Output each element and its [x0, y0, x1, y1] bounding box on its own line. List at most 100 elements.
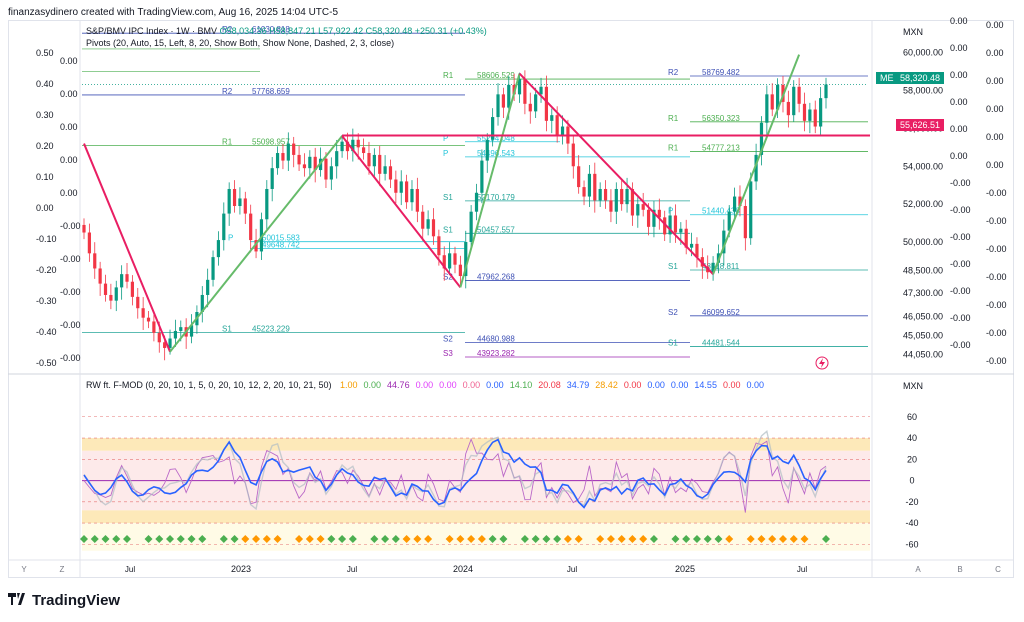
overbought-band	[82, 438, 870, 451]
tradingview-logo-icon	[8, 593, 25, 605]
pivot-level-value: 56350.323	[702, 114, 740, 123]
candle-body	[399, 181, 403, 193]
left-axis-tick: -0.00	[60, 221, 81, 231]
right-axis-tick: 0.00	[950, 124, 968, 134]
candle-body	[82, 224, 86, 233]
candle-body	[679, 228, 683, 233]
right-axis-tick: -0.00	[986, 356, 1007, 366]
candle-body	[238, 198, 242, 207]
candle-body	[227, 188, 231, 214]
oscillator-value: 0.00	[722, 380, 741, 390]
pivot-level-tag: S1	[222, 324, 232, 333]
left-axis-tick: -0.00	[60, 320, 81, 330]
zigzag-down-line	[83, 143, 171, 353]
candle-body	[598, 188, 602, 201]
pivot-level-tag: R1	[668, 144, 679, 153]
right-axis-tick: -0.00	[986, 244, 1007, 254]
candle-body	[125, 274, 129, 282]
pivot-level-value: 55098.957	[252, 137, 290, 146]
right-axis-tick: 0.00	[986, 48, 1004, 58]
candle-body	[109, 294, 113, 301]
currency-label-bottom[interactable]: MXN	[903, 381, 923, 391]
symbol-name[interactable]: S&P/BMV IPC Index · 1W · BMV	[86, 26, 217, 36]
candle-body	[480, 160, 484, 193]
symbol-legend[interactable]: S&P/BMV IPC Index · 1W · BMV O58,034.36 …	[86, 26, 487, 36]
pivot-level-value: 46099.652	[702, 308, 740, 317]
candle-body	[324, 158, 328, 180]
left-axis-tick: 0.20	[36, 141, 54, 151]
candle-body	[410, 188, 414, 203]
candle-body	[496, 94, 500, 118]
osc-axis-tick: 60	[907, 412, 917, 422]
right-axis-tick: 0.00	[986, 160, 1004, 170]
tradingview-wordmark: TradingView	[32, 592, 121, 609]
candle-body	[732, 196, 737, 212]
oscillator-legend[interactable]: RW ft. F-MOD (0, 20, 10, 1, 5, 0, 20, 10…	[86, 380, 776, 390]
right-axis-tick: 0.00	[950, 70, 968, 80]
candle-body	[120, 274, 124, 288]
oscillator-value: 0.00	[462, 380, 481, 390]
oscillator-value: 0.00	[486, 380, 504, 390]
pivot-level-tag: P	[668, 207, 673, 216]
left-axis-tick: 0.50	[36, 48, 54, 58]
left-axis-tick: -0.50	[36, 358, 57, 368]
candle-body	[539, 86, 543, 95]
right-axis-tick: -0.00	[950, 178, 971, 188]
price-axis-tick: 54,000.00	[903, 161, 943, 171]
pivot-level-tag: S2	[668, 308, 678, 317]
candle-body	[361, 147, 366, 154]
right-axis-tick: 0.00	[986, 104, 1004, 114]
oscillator-value: 20.08	[538, 380, 561, 390]
osc-axis-tick: -20	[905, 497, 918, 507]
pivot-level-value: 44481.544	[702, 338, 740, 347]
right-axis-tick: -0.00	[950, 259, 971, 269]
left-axis-tick: 0.00	[36, 203, 54, 213]
oscillator-value: 44.76	[387, 380, 410, 390]
candle-body	[302, 164, 307, 169]
candle-body	[507, 84, 511, 108]
price-axis-tick: 46,050.00	[903, 312, 943, 322]
left-axis-tick: -0.00	[60, 254, 81, 264]
candle-body	[528, 103, 532, 112]
time-axis-tick: 2025	[675, 564, 695, 574]
left-axis-tick: -0.40	[36, 327, 57, 337]
left-axis-tick: 0.00	[60, 122, 78, 132]
candle-body	[114, 287, 118, 301]
left-axis-tick: -0.20	[36, 265, 57, 275]
candle-body	[469, 211, 473, 242]
price-axis-tick: 45,050.00	[903, 331, 943, 341]
candle-body	[383, 166, 387, 174]
time-axis-tick: 2024	[453, 564, 473, 574]
candle-body	[421, 211, 425, 229]
oscillator-value: 28.42	[595, 380, 618, 390]
candle-body	[673, 215, 678, 233]
price-axis-tick: 50,000.00	[903, 237, 943, 247]
right-axis-tick: 0.00	[986, 20, 1004, 30]
candle-body	[501, 94, 505, 108]
oscillator-name[interactable]: RW ft. F-MOD (0, 20, 10, 1, 5, 0, 20, 10…	[86, 380, 331, 390]
pivot-level-value: 47962.268	[477, 273, 515, 282]
time-axis-tick: Jul	[797, 565, 807, 574]
pivot-level-tag: S3	[443, 349, 453, 358]
pivots-legend[interactable]: Pivots (20, Auto, 15, Left, 8, 20, Show …	[86, 38, 394, 48]
tradingview-logo[interactable]: TradingView	[8, 592, 120, 609]
candle-body	[824, 84, 828, 99]
pivot-level-tag: P	[443, 149, 448, 158]
candle-body	[453, 253, 457, 265]
price-axis-tick: 48,500.00	[903, 265, 943, 275]
pivot-level-tag: R1	[443, 71, 454, 80]
pivot-level-tag: S1	[443, 225, 453, 234]
currency-label-top[interactable]: MXN	[903, 27, 923, 37]
oscillator-value: 0.00	[670, 380, 689, 390]
candle-body	[286, 143, 290, 161]
price-chart[interactable]: R2 61030.818R1 58606.529R2 57768.659R1 55098…	[0, 0, 1024, 622]
left-axis-tick: 0.00	[60, 155, 78, 165]
pivot-level-value: 45223.229	[252, 324, 290, 333]
zigzag-down-line	[341, 135, 462, 289]
pivot-level-value: 44680.988	[477, 335, 515, 344]
pivot-level-value: 58769.482	[702, 68, 740, 77]
candle-body	[372, 154, 376, 167]
zigzag-down-line	[518, 72, 714, 275]
right-axis-tick: -0.00	[986, 188, 1007, 198]
candle-body	[819, 98, 823, 127]
